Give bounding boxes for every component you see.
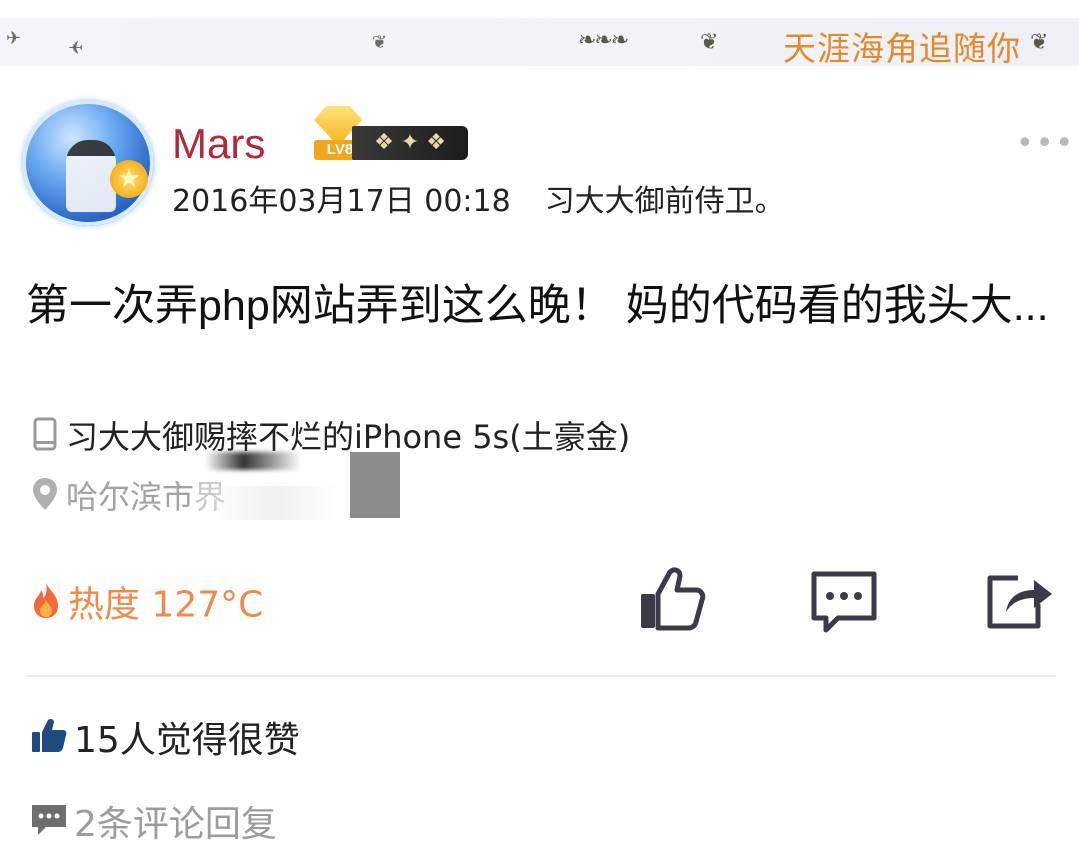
divider: [26, 675, 1056, 677]
comment-button[interactable]: [808, 564, 880, 636]
username[interactable]: Mars: [172, 118, 265, 170]
leaf-branch-icon: ❦: [700, 30, 718, 55]
post-content: 第一次弄php网站弄到这么晚！ 妈的代码看的我头大...: [26, 282, 1049, 330]
comments-summary[interactable]: 2条评论回复: [30, 800, 277, 851]
device-row: 习大大御赐摔不烂的iPhone 5s(土豪金): [30, 416, 630, 461]
leaf-branch-icon: ❧❧❧: [578, 28, 629, 53]
leaf-branch-icon: ❦: [1030, 30, 1048, 55]
thumbs-up-icon: [30, 716, 74, 768]
share-button[interactable]: [982, 564, 1054, 636]
star-badge-icon: ★: [110, 160, 148, 198]
location-pin-icon: [30, 476, 66, 522]
comment-bubble-icon: [811, 571, 877, 633]
share-icon: [987, 575, 1052, 629]
likes-summary[interactable]: 15人觉得很赞: [30, 716, 300, 768]
post-date: 2016年03月17日 00:18: [172, 184, 511, 219]
post-meta: 2016年03月17日 00:18 习大大御前侍卫。: [172, 182, 785, 222]
like-button[interactable]: [636, 564, 708, 636]
likes-label: 15人觉得很赞: [74, 720, 300, 761]
thumbs-up-icon: [641, 567, 706, 631]
redaction-blur: [210, 486, 340, 520]
location-label: 哈尔滨市: [66, 478, 195, 516]
bird-icon: ✈: [68, 38, 84, 59]
author-signature: 习大大御前侍卫。: [544, 184, 785, 219]
device-label: 习大大御赐摔不烂的iPhone 5s(土豪金): [66, 418, 631, 456]
avatar[interactable]: ★: [22, 100, 154, 226]
wing-medal-icon: ❖ ✦ ❖: [352, 126, 468, 160]
avatar-person-image: [66, 140, 116, 212]
flame-icon: [28, 580, 68, 633]
decorative-banner: ✈ ✈ ❦ ❧❧❧ ❦ ❦ 天涯海角追随你: [0, 18, 1079, 66]
redaction-block: [350, 452, 400, 518]
comment-bubble-icon: [30, 801, 74, 851]
redaction-blur: [205, 452, 301, 470]
bird-icon: ✈: [6, 28, 22, 49]
phone-icon: [30, 417, 66, 461]
heat-indicator: 热度 127°C: [28, 580, 263, 633]
more-dots-icon[interactable]: •••: [1016, 129, 1073, 159]
comments-label: 2条评论回复: [74, 804, 277, 845]
heat-label: 热度 127°C: [68, 584, 264, 626]
banner-decoration-text: 天涯海角追随你: [783, 29, 1021, 66]
leaf-icon: ❦: [372, 32, 388, 53]
location-row[interactable]: 哈尔滨市界: [30, 476, 226, 522]
